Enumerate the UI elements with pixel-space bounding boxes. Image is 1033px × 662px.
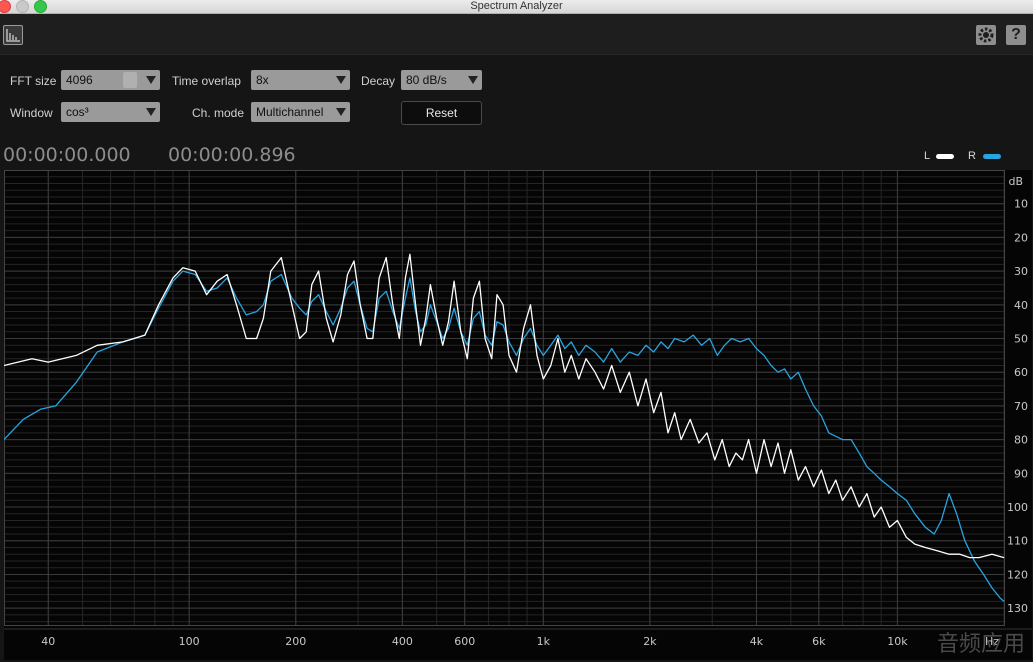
time-start: 00:00:00.000 <box>3 144 131 166</box>
spectrum-view-icon[interactable] <box>3 25 23 45</box>
spectrum-plot[interactable]: 10 20 30 40 50 60 70 80 90 100 110 120 130 dB 40 100 200… <box>4 170 1032 660</box>
time-overlap-value: 8x <box>256 73 269 87</box>
time-end: 00:00:00.896 <box>168 144 296 166</box>
chevron-down-icon <box>146 76 156 84</box>
fft-size-label: FFT size <box>10 74 57 88</box>
window-label: Window <box>10 106 53 120</box>
x-tick-label: 600 <box>454 635 475 648</box>
x-tick-label: 100 <box>179 635 200 648</box>
y-tick-label: 110 <box>1007 535 1028 548</box>
legend-swatch-r <box>983 154 1001 159</box>
legend-label-r: R <box>968 150 976 162</box>
y-axis-label: dB <box>1008 175 1023 188</box>
decay-select[interactable]: 80 dB/s <box>401 70 482 90</box>
x-tick-label: 40 <box>41 635 55 648</box>
fft-size-stepper[interactable] <box>123 72 137 88</box>
help-icon[interactable]: ? <box>1006 25 1026 45</box>
time-overlap-label: Time overlap <box>172 74 241 88</box>
window-title: Spectrum Analyzer <box>470 0 563 12</box>
window-select[interactable]: cos³ <box>61 102 160 122</box>
window-value: cos³ <box>66 105 89 119</box>
chevron-down-icon <box>336 76 346 84</box>
toolbar: ? <box>0 14 1033 55</box>
y-tick-label: 20 <box>1014 231 1028 244</box>
watermark: 音频应用 <box>936 632 1025 657</box>
x-tick-label: 200 <box>285 635 306 648</box>
y-tick-label: 130 <box>1007 602 1028 615</box>
plot-background <box>4 170 1032 660</box>
y-tick-label: 90 <box>1014 467 1028 480</box>
x-tick-label: 2k <box>643 635 657 648</box>
ch-mode-select[interactable]: Multichannel <box>251 102 350 122</box>
y-tick-label: 10 <box>1014 198 1028 211</box>
decay-label: Decay <box>361 74 396 88</box>
x-tick-label: 6k <box>812 635 826 648</box>
y-tick-label: 50 <box>1014 333 1028 346</box>
y-tick-label: 100 <box>1007 501 1028 514</box>
chevron-down-icon <box>146 108 156 116</box>
decay-value: 80 dB/s <box>406 73 447 87</box>
chevron-down-icon <box>336 108 346 116</box>
y-tick-label: 30 <box>1014 265 1028 278</box>
x-tick-label: 400 <box>392 635 413 648</box>
y-tick-label: 120 <box>1007 568 1028 581</box>
time-overlap-select[interactable]: 8x <box>251 70 350 90</box>
x-tick-label: 10k <box>887 635 908 648</box>
fft-size-select[interactable]: 4096 <box>61 70 160 90</box>
window-titlebar: Spectrum Analyzer <box>0 0 1033 14</box>
x-tick-label: 4k <box>750 635 764 648</box>
fft-size-value: 4096 <box>66 73 93 87</box>
y-tick-label: 60 <box>1014 366 1028 379</box>
y-tick-label: 40 <box>1014 299 1028 312</box>
gear-icon[interactable] <box>976 25 996 45</box>
legend-swatch-l <box>936 154 954 159</box>
ch-mode-value: Multichannel <box>256 105 324 119</box>
reset-button[interactable]: Reset <box>401 101 482 125</box>
x-tick-label: 1k <box>537 635 551 648</box>
ch-mode-label: Ch. mode <box>192 106 245 120</box>
chevron-down-icon <box>468 76 478 84</box>
legend-label-l: L <box>924 150 931 162</box>
y-tick-label: 80 <box>1014 434 1028 447</box>
y-tick-label: 70 <box>1014 400 1028 413</box>
